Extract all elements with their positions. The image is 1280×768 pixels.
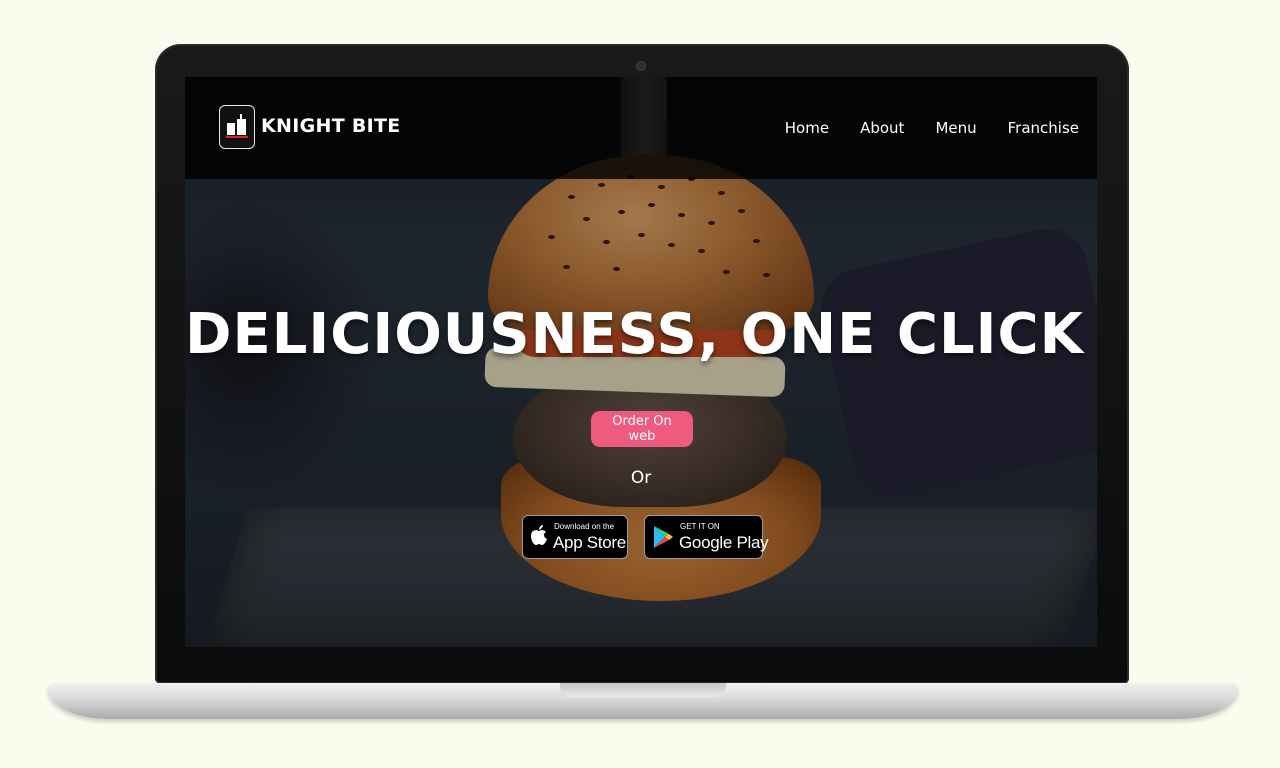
logo-icon[interactable] bbox=[219, 105, 255, 149]
nav-about[interactable]: About bbox=[860, 119, 904, 137]
apple-icon bbox=[530, 524, 548, 551]
app-store-small-text: Download on the bbox=[554, 522, 615, 531]
nav-home[interactable]: Home bbox=[785, 119, 829, 137]
app-store-big-text: App Store bbox=[553, 533, 626, 552]
nav-menu[interactable]: Menu bbox=[935, 119, 976, 137]
google-play-button[interactable]: GET IT ON Google Play bbox=[644, 515, 769, 559]
google-play-icon bbox=[653, 525, 673, 554]
google-play-big-text: Google Play bbox=[679, 533, 769, 552]
navbar: KNIGHT BITE Home About Menu Franchise bbox=[185, 77, 1097, 179]
or-divider-text: Or bbox=[630, 468, 652, 488]
order-on-web-button[interactable]: Order On web bbox=[591, 411, 693, 447]
app-store-button[interactable]: Download on the App Store bbox=[522, 515, 628, 559]
website-screen: KNIGHT BITE Home About Menu Franchise DE… bbox=[185, 77, 1097, 647]
google-play-small-text: GET IT ON bbox=[680, 522, 720, 531]
laptop-hinge-notch bbox=[560, 683, 726, 697]
nav-franchise[interactable]: Franchise bbox=[1008, 119, 1079, 137]
webcam bbox=[636, 61, 646, 71]
main-nav: Home About Menu Franchise bbox=[785, 119, 1079, 137]
brand-name[interactable]: KNIGHT BITE bbox=[261, 115, 401, 137]
hero-title: DELICIOUSNESS, ONE CLICK AWAY! bbox=[185, 302, 1097, 367]
